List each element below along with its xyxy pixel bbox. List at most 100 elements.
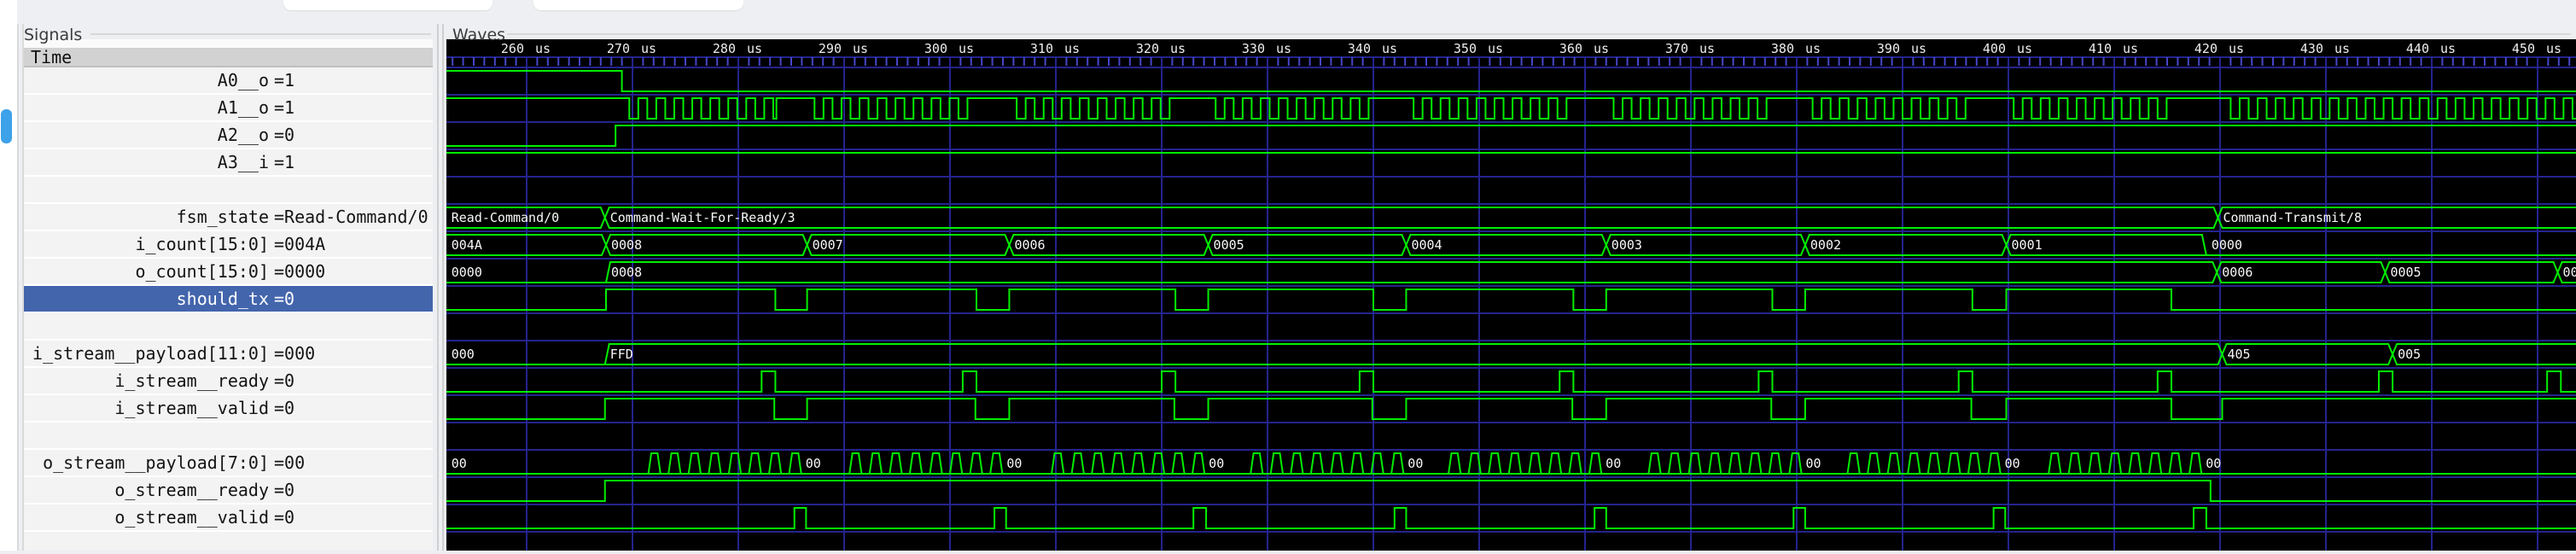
bus-value-label: 0007 — [813, 237, 843, 253]
signal-name: i_stream__payload[11:0] — [32, 343, 269, 364]
ruler-time-label: 430 — [2300, 41, 2323, 56]
ruler-unit-label: us — [1488, 41, 1503, 56]
bus-value-label: 000 — [452, 347, 475, 362]
ruler-unit-label: us — [535, 41, 551, 56]
bus-value-label: 0006 — [2222, 265, 2253, 280]
ruler-unit-label: us — [1911, 41, 1926, 56]
ruler-unit-label: us — [959, 41, 974, 56]
ruler-time-label: 310 — [1030, 41, 1053, 56]
signal-name: o_stream__valid — [114, 507, 269, 528]
signal-value: =0 — [274, 507, 295, 528]
bus-value-label: FFD — [610, 347, 633, 362]
signal-row-o_stream__payload[7:0][interactable]: o_stream__payload[7:0] =00 — [24, 450, 433, 477]
signal-row-A1__o[interactable]: A1__o =1 — [24, 95, 433, 122]
waves-frame-label: Waves — [452, 26, 506, 44]
signal-row-i_stream__payload[11:0][interactable]: i_stream__payload[11:0] =000 — [24, 341, 433, 368]
bus-value-label: 0003 — [1611, 237, 1642, 253]
ruler-time-label: 280 — [713, 41, 736, 56]
signal-row-i_stream__valid[interactable]: i_stream__valid =0 — [24, 395, 433, 423]
signal-row-fsm_state[interactable]: fsm_state =Read-Command/0 — [24, 204, 433, 231]
ruler-time-label: 450 — [2512, 41, 2535, 56]
signals-frame-label: Signals — [24, 26, 83, 44]
bus-value-label: 0008 — [611, 237, 642, 253]
ruler-unit-label: us — [747, 41, 762, 56]
ruler-unit-label: us — [2546, 41, 2561, 56]
ruler-time-label: 390 — [1877, 41, 1900, 56]
ruler-time-label: 400 — [1983, 41, 2006, 56]
waves-panel: 260 us 270 us 280 us 290 us 300 us 310 us 320 us 330 us… — [446, 39, 2576, 551]
signal-row-blank[interactable] — [24, 177, 433, 204]
bus-value-label: 0000 — [2212, 237, 2242, 253]
signal-row-i_count[15:0][interactable]: i_count[15:0] =004A — [24, 231, 433, 259]
bus-value-label: 00 — [2005, 456, 2020, 471]
time-column-header[interactable]: Time — [24, 48, 433, 67]
bus-value-label: 0008 — [611, 265, 642, 280]
bus-value-label: 00 — [1806, 456, 1821, 471]
ruler-unit-label: us — [2123, 41, 2138, 56]
ruler-time-label: 440 — [2406, 41, 2429, 56]
signal-row-o_stream__valid[interactable]: o_stream__valid =0 — [24, 504, 433, 532]
bus-value-label: Command-Wait-For-Ready/3 — [610, 210, 796, 225]
signal-name: should_tx — [176, 289, 269, 309]
ruler-time-label: 410 — [2089, 41, 2112, 56]
bus-value-label: 00 — [1209, 456, 1224, 471]
panel-splitter[interactable] — [433, 24, 446, 551]
ruler-time-label: 370 — [1665, 41, 1688, 56]
signal-name: A0__o — [217, 70, 269, 90]
signal-name: o_stream__ready — [114, 480, 269, 500]
ruler-time-label: 420 — [2194, 41, 2218, 56]
signal-value: =1 — [274, 70, 295, 90]
bus-value-label: 00 — [806, 456, 821, 471]
signal-value: =000 — [274, 343, 316, 364]
signal-row-o_count[15:0][interactable]: o_count[15:0] =0000 — [24, 259, 433, 286]
ruler-unit-label: us — [1382, 41, 1397, 56]
bus-value-label: 0002 — [1810, 237, 1841, 253]
signal-row-A3__i[interactable]: A3__i =1 — [24, 149, 433, 177]
signal-value: =0 — [274, 289, 295, 309]
ruler-unit-label: us — [1699, 41, 1715, 56]
signal-row-blank[interactable] — [24, 423, 433, 450]
ruler-unit-label: us — [2229, 41, 2244, 56]
signal-row-A0__o[interactable]: A0__o =1 — [24, 67, 433, 95]
ruler-unit-label: us — [853, 41, 868, 56]
ruler-time-label: 300 — [924, 41, 947, 56]
signal-value: =Read-Command/0 — [274, 207, 428, 227]
signal-value: =0 — [274, 370, 295, 391]
ruler-time-label: 330 — [1242, 41, 1265, 56]
ruler-unit-label: us — [1594, 41, 1609, 56]
ruler-unit-label: us — [1276, 41, 1291, 56]
signal-name: A3__i — [217, 152, 269, 172]
bus-value-label: 0000 — [452, 265, 482, 280]
signal-name: fsm_state — [176, 207, 269, 227]
bus-value-label: 0006 — [1014, 237, 1045, 253]
signal-value: =0 — [274, 480, 295, 500]
ruler-unit-label: us — [1805, 41, 1821, 56]
signal-row-o_stream__ready[interactable]: o_stream__ready =0 — [24, 477, 433, 504]
signal-value: =0 — [274, 125, 295, 145]
ruler-time-label: 360 — [1559, 41, 1582, 56]
signal-value: =1 — [274, 152, 295, 172]
signal-name: o_count[15:0] — [135, 261, 269, 282]
waves-frame-border — [507, 33, 2571, 35]
bus-value-label: 0001 — [2012, 237, 2043, 253]
bus-value-label: Command-Transmit/8 — [2223, 210, 2363, 225]
signal-row-A2__o[interactable]: A2__o =0 — [24, 122, 433, 149]
signal-name: i_stream__valid — [114, 398, 269, 418]
signal-row-i_stream__ready[interactable]: i_stream__ready =0 — [24, 368, 433, 395]
signals-frame-border — [90, 33, 431, 35]
ruler-unit-label: us — [2440, 41, 2456, 56]
window-remnant-box — [533, 0, 743, 10]
wave-canvas[interactable]: 260 us 270 us 280 us 290 us 300 us 310 us 320 us 330 us… — [446, 39, 2576, 551]
bus-value-label: 0004 — [2563, 265, 2576, 280]
bus-value-label: 00 — [1006, 456, 1022, 471]
ruler-time-label: 270 — [607, 41, 630, 56]
bus-value-label: 004A — [452, 237, 482, 253]
bus-value-label: 0005 — [1214, 237, 1244, 253]
bus-value-label: 00 — [452, 456, 467, 471]
signals-scrollbar-thumb[interactable] — [1, 109, 12, 143]
signal-row-should_tx[interactable]: should_tx =0 — [24, 286, 433, 313]
bus-value-label: 0004 — [1411, 237, 1442, 253]
signal-row-blank[interactable] — [24, 313, 433, 341]
ruler-time-label: 350 — [1454, 41, 1477, 56]
ruler-unit-label: us — [2017, 41, 2032, 56]
